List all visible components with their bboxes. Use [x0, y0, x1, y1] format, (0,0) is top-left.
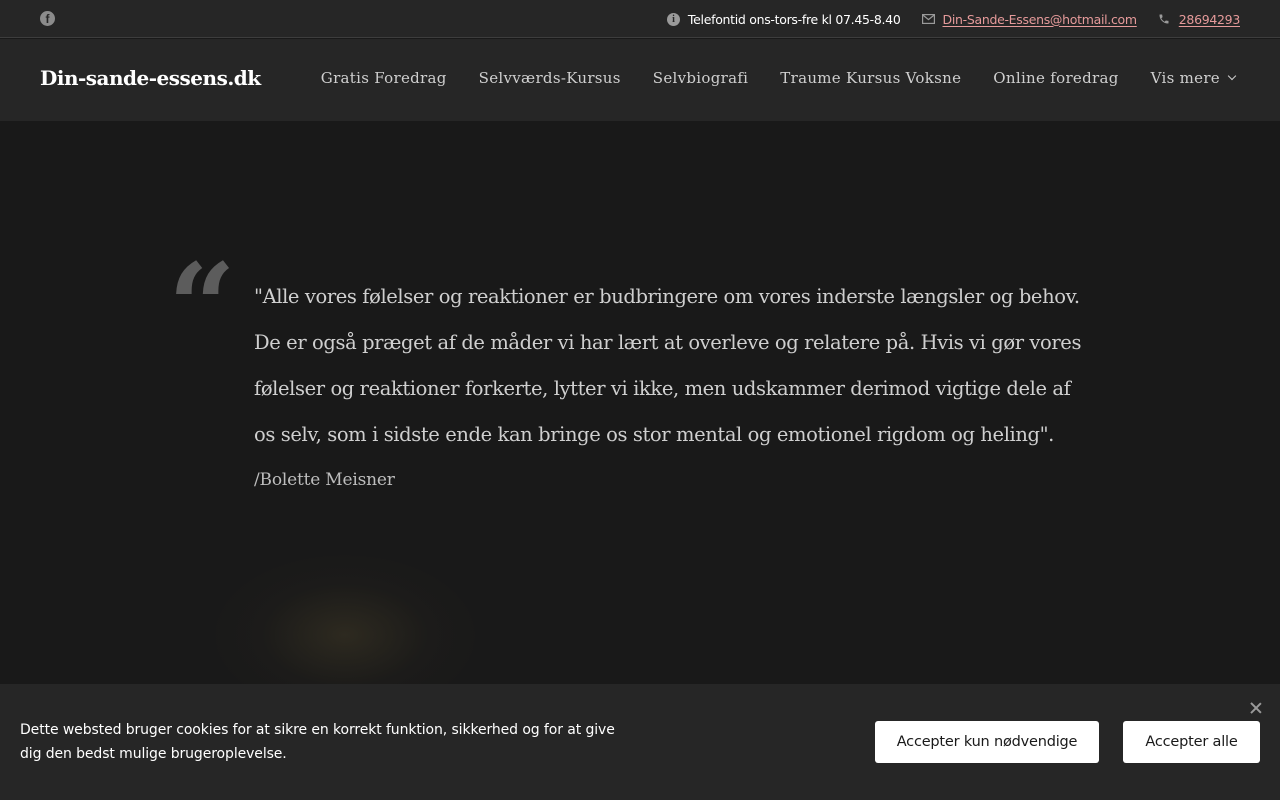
top-bar: f i Telefontid ons-tors-fre kl 07.45-8.4… — [0, 0, 1280, 38]
accept-all-button[interactable]: Accepter alle — [1123, 721, 1260, 763]
nav-item-gratis-foredrag[interactable]: Gratis Foredrag — [321, 69, 447, 87]
nav-item-traume-kursus-voksne[interactable]: Traume Kursus Voksne — [780, 69, 961, 87]
phone-hours-item: i Telefontid ons-tors-fre kl 07.45-8.40 — [666, 11, 901, 27]
accept-necessary-button[interactable]: Accepter kun nødvendige — [875, 721, 1099, 763]
quote-author: /Bolette Meisner — [254, 470, 395, 490]
nav-item-selvvaerds-kursus[interactable]: Selvværds-Kursus — [479, 69, 621, 87]
info-icon: i — [666, 12, 680, 26]
phone-item: 28694293 — [1158, 12, 1240, 27]
site-logo[interactable]: Din-sande-essens.dk — [40, 66, 261, 90]
email-item: Din-Sande-Essens@hotmail.com — [921, 12, 1138, 27]
phone-icon — [1158, 13, 1171, 26]
nav-item-online-foredrag[interactable]: Online foredrag — [993, 69, 1118, 87]
top-contacts: i Telefontid ons-tors-fre kl 07.45-8.40 … — [646, 0, 1240, 38]
phone-hours-text: Telefontid ons-tors-fre kl 07.45-8.40 — [687, 11, 901, 27]
chevron-down-icon — [1227, 71, 1237, 81]
facebook-icon[interactable]: f — [40, 11, 55, 26]
close-icon[interactable] — [1248, 700, 1264, 716]
email-link[interactable]: Din-Sande-Essens@hotmail.com — [943, 12, 1138, 27]
nav-item-vis-mere[interactable]: Vis mere — [1150, 69, 1237, 87]
main-nav: Gratis Foredrag Selvværds-Kursus Selvbio… — [289, 69, 1237, 87]
nav-item-vis-mere-label: Vis mere — [1150, 69, 1220, 87]
phone-link[interactable]: 28694293 — [1179, 12, 1241, 27]
mail-icon — [921, 13, 935, 26]
quote-mark-icon: “ — [168, 237, 236, 376]
cookie-text: Dette websted bruger cookies for at sikr… — [20, 722, 615, 762]
quote-text: "Alle vores følelser og reaktioner er bu… — [254, 285, 1082, 446]
nav-item-selvbiografi[interactable]: Selvbiografi — [653, 69, 749, 87]
site-header: Din-sande-essens.dk Gratis Foredrag Selv… — [0, 39, 1280, 121]
cookie-banner: Dette websted bruger cookies for at sikr… — [0, 684, 1280, 800]
